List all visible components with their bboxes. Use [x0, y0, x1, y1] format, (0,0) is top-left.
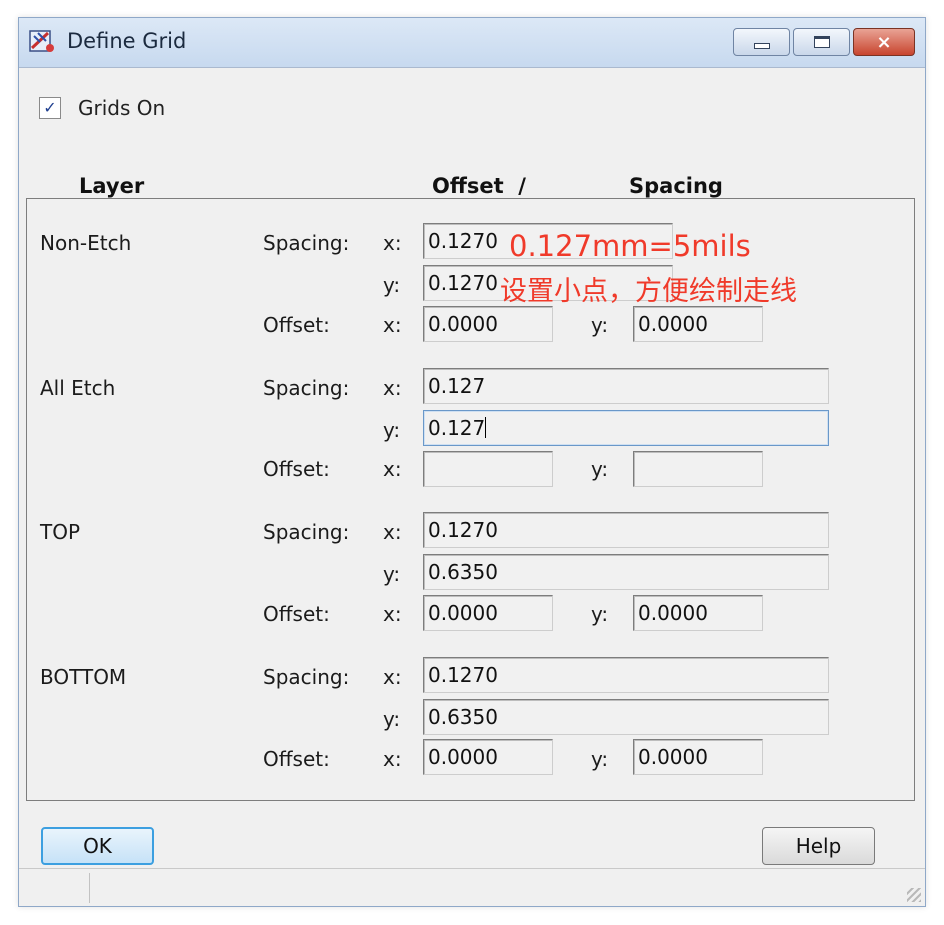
- minimize-button[interactable]: [733, 28, 790, 56]
- x-label: x:: [383, 520, 402, 544]
- bottom-spacing-y-field[interactable]: 0.6350: [423, 699, 829, 735]
- grid-settings-panel: Non-Etch Spacing: x: 0.1270 y: 0.1270 Of…: [26, 198, 915, 801]
- window-title: Define Grid: [67, 29, 187, 53]
- title-bar: Define Grid ×: [19, 18, 925, 68]
- x-label: x:: [383, 457, 402, 481]
- grids-on-label: Grids On: [78, 96, 166, 120]
- bottom-offset-x-field[interactable]: 0.0000: [423, 739, 553, 775]
- offset-label: Offset:: [263, 602, 330, 626]
- status-bar: [19, 868, 925, 906]
- offset-label: Offset:: [263, 457, 330, 481]
- minimize-icon: [753, 43, 770, 49]
- all-etch-spacing-x-field[interactable]: 0.127: [423, 368, 829, 404]
- y-label: y:: [591, 457, 609, 481]
- y-label: y:: [591, 602, 609, 626]
- resize-grip-icon[interactable]: [907, 888, 921, 902]
- text-caret: [485, 417, 487, 438]
- annotation-mm-mils: 0.127mm=5mils: [509, 229, 751, 263]
- spacing-label: Spacing:: [263, 520, 350, 544]
- close-icon: ×: [876, 31, 892, 53]
- non-etch-offset-y-field[interactable]: 0.0000: [633, 306, 763, 342]
- x-label: x:: [383, 665, 402, 689]
- offset-label: Offset:: [263, 313, 330, 337]
- close-button[interactable]: ×: [853, 28, 915, 56]
- y-label: y:: [383, 418, 401, 442]
- status-separator: [89, 873, 90, 903]
- all-etch-offset-y-field[interactable]: [633, 451, 763, 487]
- top-spacing-y-field[interactable]: 0.6350: [423, 554, 829, 590]
- all-etch-spacing-y-value: 0.127: [428, 416, 486, 440]
- spacing-label: Spacing:: [263, 665, 350, 689]
- y-label: y:: [383, 562, 401, 586]
- spacing-label: Spacing:: [263, 376, 350, 400]
- offset-label: Offset:: [263, 747, 330, 771]
- x-label: x:: [383, 602, 402, 626]
- help-button[interactable]: Help: [762, 827, 875, 865]
- layer-name-all-etch: All Etch: [40, 376, 116, 400]
- define-grid-dialog: Define Grid × ✓ Grids On Layer Offset / …: [18, 17, 926, 907]
- app-icon: [28, 28, 56, 54]
- y-label: y:: [383, 273, 401, 297]
- layer-column-header: Layer: [79, 174, 145, 198]
- all-etch-offset-x-field[interactable]: [423, 451, 553, 487]
- top-offset-x-field[interactable]: 0.0000: [423, 595, 553, 631]
- spacing-column-header: Spacing: [629, 174, 723, 198]
- grids-on-row[interactable]: ✓ Grids On: [39, 96, 165, 120]
- y-label: y:: [383, 707, 401, 731]
- layer-name-non-etch: Non-Etch: [40, 231, 132, 255]
- check-icon: ✓: [43, 98, 57, 117]
- bottom-spacing-x-field[interactable]: 0.1270: [423, 657, 829, 693]
- x-label: x:: [383, 747, 402, 771]
- y-label: y:: [591, 747, 609, 771]
- y-label: y:: [591, 313, 609, 337]
- annotation-grid-note: 设置小点，方便绘制走线: [500, 276, 797, 307]
- offset-column-header: Offset /: [432, 174, 526, 198]
- top-spacing-x-field[interactable]: 0.1270: [423, 512, 829, 548]
- x-label: x:: [383, 313, 402, 337]
- x-label: x:: [383, 376, 402, 400]
- layer-name-bottom: BOTTOM: [40, 665, 127, 689]
- all-etch-spacing-y-field[interactable]: 0.127: [423, 410, 829, 446]
- layer-name-top: TOP: [40, 520, 81, 544]
- non-etch-offset-x-field[interactable]: 0.0000: [423, 306, 553, 342]
- maximize-icon: [813, 36, 830, 48]
- bottom-offset-y-field[interactable]: 0.0000: [633, 739, 763, 775]
- ok-button[interactable]: OK: [41, 827, 154, 865]
- maximize-button[interactable]: [793, 28, 850, 56]
- x-label: x:: [383, 231, 402, 255]
- grids-on-checkbox[interactable]: ✓: [39, 97, 61, 119]
- top-offset-y-field[interactable]: 0.0000: [633, 595, 763, 631]
- spacing-label: Spacing:: [263, 231, 350, 255]
